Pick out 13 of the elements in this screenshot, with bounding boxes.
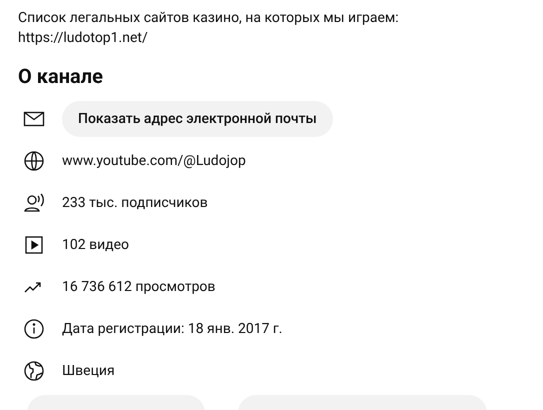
info-icon: [22, 317, 46, 341]
website-link[interactable]: https://ludotop1.net/: [18, 28, 148, 48]
channel-info-text: Швеция: [62, 362, 115, 380]
earth-icon: [22, 359, 46, 383]
show-email-button[interactable]: Показать адрес электронной почты: [62, 101, 333, 137]
channel-info-text: www.youtube.com/@Ludojop: [62, 152, 246, 170]
globe-icon: [22, 149, 46, 173]
channel-info-text: 102 видео: [62, 236, 130, 254]
channel-info-text: Дата регистрации: 18 янв. 2017 г.: [62, 320, 282, 338]
description-text: Список легальных сайтов казино, на которых мы играем:: [18, 9, 400, 28]
channel-info-text: 16 736 612 просмотров: [62, 278, 216, 296]
channel-info-text: 233 тыс. подписчиков: [62, 194, 208, 212]
section-heading: О канале: [18, 63, 104, 90]
